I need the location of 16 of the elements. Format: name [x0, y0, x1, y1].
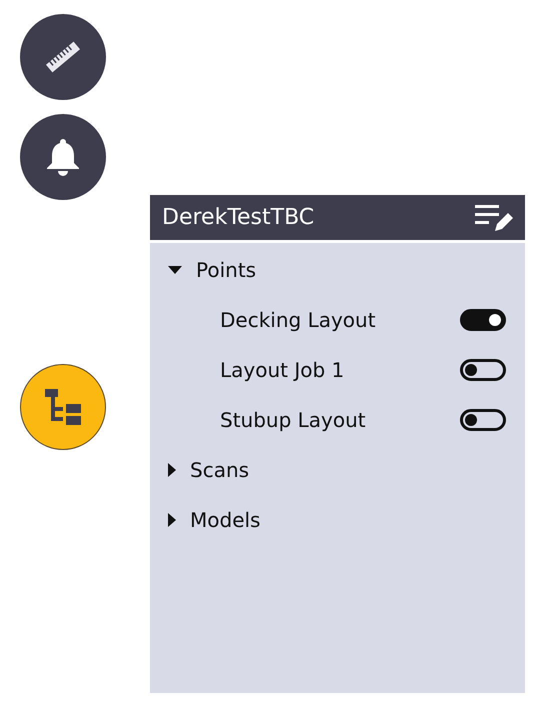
tree-group-label[interactable]: Models — [190, 508, 260, 532]
toggle-switch[interactable] — [460, 359, 506, 381]
collapse-arrow-icon[interactable] — [168, 266, 182, 274]
tree-group-label[interactable]: Points — [196, 258, 256, 282]
expand-arrow-icon[interactable] — [168, 463, 176, 477]
layer-label: Stubup Layout — [220, 408, 366, 432]
expand-arrow-icon[interactable] — [168, 513, 176, 527]
tree-group-label[interactable]: Scans — [190, 458, 250, 482]
project-title: DerekTestTBC — [162, 205, 314, 230]
hierarchy-icon — [42, 386, 84, 428]
toggle-switch[interactable] — [460, 309, 506, 331]
toggle-switch[interactable] — [460, 409, 506, 431]
bell-icon — [46, 138, 80, 176]
layer-label: Layout Job 1 — [220, 358, 344, 382]
layer-label: Decking Layout — [220, 308, 376, 332]
edit-list-icon[interactable] — [475, 202, 513, 232]
